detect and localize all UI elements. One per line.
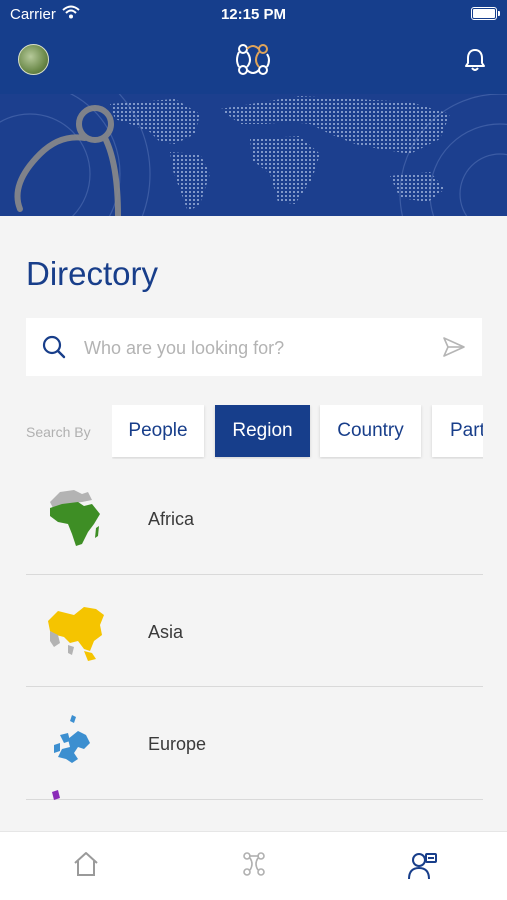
search-bar[interactable]: Who are you looking for? [26,318,482,376]
directory-icon[interactable] [406,850,438,880]
page-title: Directory [26,255,159,292]
africa-map-icon [50,490,100,546]
world-map-dots-icon [0,94,507,216]
search-icon [42,335,66,359]
europe-map-icon [54,715,90,763]
chip-part[interactable]: Part [432,405,483,457]
search-input[interactable]: Who are you looking for? [84,338,284,359]
list-item[interactable]: Europe [26,687,483,800]
battery-icon [471,7,500,20]
status-time: 12:15 PM [220,6,287,23]
app-logo-icon[interactable] [233,40,273,80]
region-map-icon [52,789,60,800]
app-header: Carrier 12:15 PM [0,0,507,94]
region-label-asia: Asia [148,621,184,642]
region-label-africa: Africa [148,509,195,529]
send-icon[interactable] [442,336,466,358]
list-item[interactable]: Asia [26,575,483,687]
asia-map-icon [48,606,104,661]
list-item[interactable]: Africa [26,462,483,575]
bell-icon[interactable] [463,47,487,73]
user-avatar[interactable] [18,44,49,75]
chip-region[interactable]: Region [215,405,310,457]
status-bar: Carrier 12:15 PM [0,0,507,30]
bottom-tab-bar [0,831,507,900]
network-icon[interactable] [241,850,267,878]
search-by-label: Search By [26,424,91,440]
search-by-chips: People Region Country Part [112,405,483,459]
world-map-banner [0,94,507,216]
home-icon[interactable] [72,850,100,878]
chip-country[interactable]: Country [320,405,421,457]
region-label-europe: Europe [148,734,207,754]
chip-people[interactable]: People [112,405,204,457]
